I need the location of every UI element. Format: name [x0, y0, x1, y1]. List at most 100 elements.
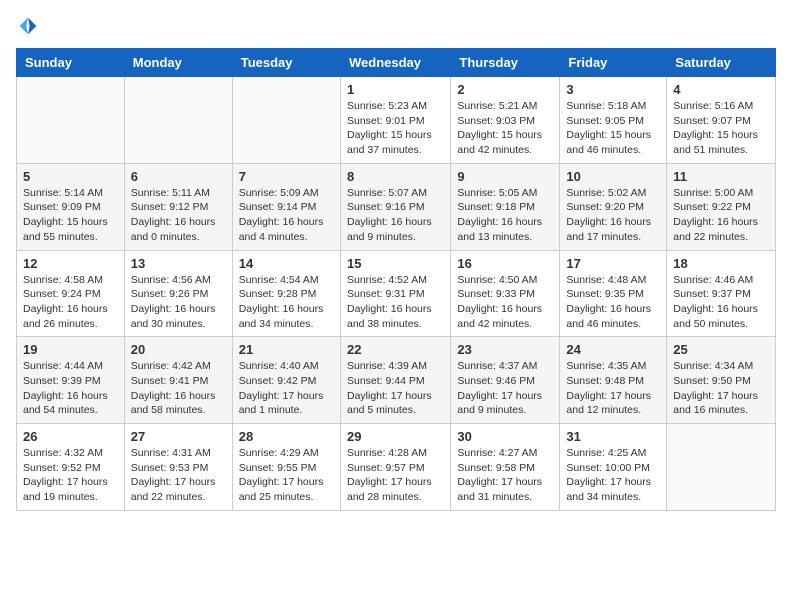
day-info: Sunrise: 5:14 AM Sunset: 9:09 PM Dayligh… — [23, 186, 118, 245]
calendar-week-3: 12 Sunrise: 4:58 AM Sunset: 9:24 PM Dayli… — [17, 250, 776, 337]
calendar-cell: 31 Sunrise: 4:25 AM Sunset: 10:00 PM Dayl… — [560, 424, 667, 511]
calendar-table: SundayMondayTuesdayWednesdayThursdayFrid… — [16, 48, 776, 511]
day-header-thursday: Thursday — [451, 49, 560, 77]
day-info: Sunrise: 5:00 AM Sunset: 9:22 PM Dayligh… — [673, 186, 769, 245]
day-number: 22 — [347, 342, 444, 357]
day-header-sunday: Sunday — [17, 49, 125, 77]
calendar-cell — [232, 77, 340, 164]
day-number: 8 — [347, 169, 444, 184]
calendar-cell: 11 Sunrise: 5:00 AM Sunset: 9:22 PM Dayli… — [667, 163, 776, 250]
calendar-cell: 1 Sunrise: 5:23 AM Sunset: 9:01 PM Daylig… — [340, 77, 450, 164]
calendar-header-row: SundayMondayTuesdayWednesdayThursdayFrid… — [17, 49, 776, 77]
page-header — [16, 16, 776, 36]
day-number: 2 — [457, 82, 553, 97]
calendar-cell: 30 Sunrise: 4:27 AM Sunset: 9:58 PM Dayli… — [451, 424, 560, 511]
day-number: 17 — [566, 256, 660, 271]
calendar-week-1: 1 Sunrise: 5:23 AM Sunset: 9:01 PM Daylig… — [17, 77, 776, 164]
calendar-cell: 12 Sunrise: 4:58 AM Sunset: 9:24 PM Dayli… — [17, 250, 125, 337]
calendar-cell: 15 Sunrise: 4:52 AM Sunset: 9:31 PM Dayli… — [340, 250, 450, 337]
day-number: 19 — [23, 342, 118, 357]
day-number: 27 — [131, 429, 226, 444]
day-number: 3 — [566, 82, 660, 97]
day-number: 11 — [673, 169, 769, 184]
calendar-cell: 22 Sunrise: 4:39 AM Sunset: 9:44 PM Dayli… — [340, 337, 450, 424]
day-number: 31 — [566, 429, 660, 444]
day-info: Sunrise: 4:48 AM Sunset: 9:35 PM Dayligh… — [566, 273, 660, 332]
calendar-cell: 27 Sunrise: 4:31 AM Sunset: 9:53 PM Dayli… — [124, 424, 232, 511]
day-number: 28 — [239, 429, 334, 444]
calendar-cell: 17 Sunrise: 4:48 AM Sunset: 9:35 PM Dayli… — [560, 250, 667, 337]
calendar-cell: 24 Sunrise: 4:35 AM Sunset: 9:48 PM Dayli… — [560, 337, 667, 424]
calendar-cell: 13Sunrise: 4:56 AM Sunset: 9:26 PM Dayli… — [124, 250, 232, 337]
day-number: 5 — [23, 169, 118, 184]
day-number: 15 — [347, 256, 444, 271]
calendar-cell: 10Sunrise: 5:02 AM Sunset: 9:20 PM Dayli… — [560, 163, 667, 250]
calendar-cell: 9Sunrise: 5:05 AM Sunset: 9:18 PM Daylig… — [451, 163, 560, 250]
day-info: Sunrise: 5:11 AM Sunset: 9:12 PM Dayligh… — [131, 186, 226, 245]
day-number: 12 — [23, 256, 118, 271]
calendar-week-4: 19 Sunrise: 4:44 AM Sunset: 9:39 PM Dayli… — [17, 337, 776, 424]
day-number: 14 — [239, 256, 334, 271]
day-number: 1 — [347, 82, 444, 97]
day-info: Sunrise: 5:21 AM Sunset: 9:03 PM Dayligh… — [457, 99, 553, 158]
calendar-cell: 28 Sunrise: 4:29 AM Sunset: 9:55 PM Dayli… — [232, 424, 340, 511]
day-info: Sunrise: 4:31 AM Sunset: 9:53 PM Dayligh… — [131, 446, 226, 505]
day-info: Sunrise: 4:32 AM Sunset: 9:52 PM Dayligh… — [23, 446, 118, 505]
day-number: 4 — [673, 82, 769, 97]
day-info: Sunrise: 4:35 AM Sunset: 9:48 PM Dayligh… — [566, 359, 660, 418]
day-info: Sunrise: 4:50 AM Sunset: 9:33 PM Dayligh… — [457, 273, 553, 332]
calendar-cell — [17, 77, 125, 164]
day-info: Sunrise: 5:07 AM Sunset: 9:16 PM Dayligh… — [347, 186, 444, 245]
calendar-cell: 2 Sunrise: 5:21 AM Sunset: 9:03 PM Daylig… — [451, 77, 560, 164]
day-info: Sunrise: 4:29 AM Sunset: 9:55 PM Dayligh… — [239, 446, 334, 505]
day-info: Sunrise: 5:09 AM Sunset: 9:14 PM Dayligh… — [239, 186, 334, 245]
day-header-friday: Friday — [560, 49, 667, 77]
day-info: Sunrise: 4:52 AM Sunset: 9:31 PM Dayligh… — [347, 273, 444, 332]
calendar-cell: 16 Sunrise: 4:50 AM Sunset: 9:33 PM Dayli… — [451, 250, 560, 337]
calendar-cell: 25 Sunrise: 4:34 AM Sunset: 9:50 PM Dayli… — [667, 337, 776, 424]
day-header-wednesday: Wednesday — [340, 49, 450, 77]
day-info: Sunrise: 4:39 AM Sunset: 9:44 PM Dayligh… — [347, 359, 444, 418]
calendar-cell: 23Sunrise: 4:37 AM Sunset: 9:46 PM Dayli… — [451, 337, 560, 424]
calendar-week-2: 5 Sunrise: 5:14 AM Sunset: 9:09 PM Daylig… — [17, 163, 776, 250]
calendar-cell: 19 Sunrise: 4:44 AM Sunset: 9:39 PM Dayli… — [17, 337, 125, 424]
calendar-cell — [667, 424, 776, 511]
day-number: 29 — [347, 429, 444, 444]
day-info: Sunrise: 4:37 AM Sunset: 9:46 PM Dayligh… — [457, 359, 553, 418]
day-info: Sunrise: 4:44 AM Sunset: 9:39 PM Dayligh… — [23, 359, 118, 418]
calendar-cell: 7 Sunrise: 5:09 AM Sunset: 9:14 PM Daylig… — [232, 163, 340, 250]
day-number: 21 — [239, 342, 334, 357]
day-number: 6 — [131, 169, 226, 184]
day-info: Sunrise: 4:54 AM Sunset: 9:28 PM Dayligh… — [239, 273, 334, 332]
calendar-cell: 6 Sunrise: 5:11 AM Sunset: 9:12 PM Daylig… — [124, 163, 232, 250]
day-info: Sunrise: 5:16 AM Sunset: 9:07 PM Dayligh… — [673, 99, 769, 158]
day-info: Sunrise: 5:18 AM Sunset: 9:05 PM Dayligh… — [566, 99, 660, 158]
day-info: Sunrise: 5:23 AM Sunset: 9:01 PM Dayligh… — [347, 99, 444, 158]
calendar-cell: 14 Sunrise: 4:54 AM Sunset: 9:28 PM Dayli… — [232, 250, 340, 337]
day-number: 10 — [566, 169, 660, 184]
calendar-cell: 4 Sunrise: 5:16 AM Sunset: 9:07 PM Daylig… — [667, 77, 776, 164]
day-number: 24 — [566, 342, 660, 357]
day-info: Sunrise: 4:25 AM Sunset: 10:00 PM Daylig… — [566, 446, 660, 505]
day-info: Sunrise: 4:34 AM Sunset: 9:50 PM Dayligh… — [673, 359, 769, 418]
day-header-monday: Monday — [124, 49, 232, 77]
calendar-cell: 26 Sunrise: 4:32 AM Sunset: 9:52 PM Dayli… — [17, 424, 125, 511]
calendar-cell: 18Sunrise: 4:46 AM Sunset: 9:37 PM Dayli… — [667, 250, 776, 337]
calendar-cell: 3 Sunrise: 5:18 AM Sunset: 9:05 PM Daylig… — [560, 77, 667, 164]
day-info: Sunrise: 4:27 AM Sunset: 9:58 PM Dayligh… — [457, 446, 553, 505]
day-info: Sunrise: 4:40 AM Sunset: 9:42 PM Dayligh… — [239, 359, 334, 418]
day-number: 26 — [23, 429, 118, 444]
day-header-tuesday: Tuesday — [232, 49, 340, 77]
day-number: 25 — [673, 342, 769, 357]
day-number: 9 — [457, 169, 553, 184]
calendar-cell: 21 Sunrise: 4:40 AM Sunset: 9:42 PM Dayli… — [232, 337, 340, 424]
day-header-saturday: Saturday — [667, 49, 776, 77]
day-number: 16 — [457, 256, 553, 271]
day-number: 7 — [239, 169, 334, 184]
calendar-cell: 29Sunrise: 4:28 AM Sunset: 9:57 PM Dayli… — [340, 424, 450, 511]
calendar-cell: 20Sunrise: 4:42 AM Sunset: 9:41 PM Dayli… — [124, 337, 232, 424]
day-number: 20 — [131, 342, 226, 357]
day-number: 30 — [457, 429, 553, 444]
logo — [16, 16, 38, 36]
day-info: Sunrise: 4:58 AM Sunset: 9:24 PM Dayligh… — [23, 273, 118, 332]
